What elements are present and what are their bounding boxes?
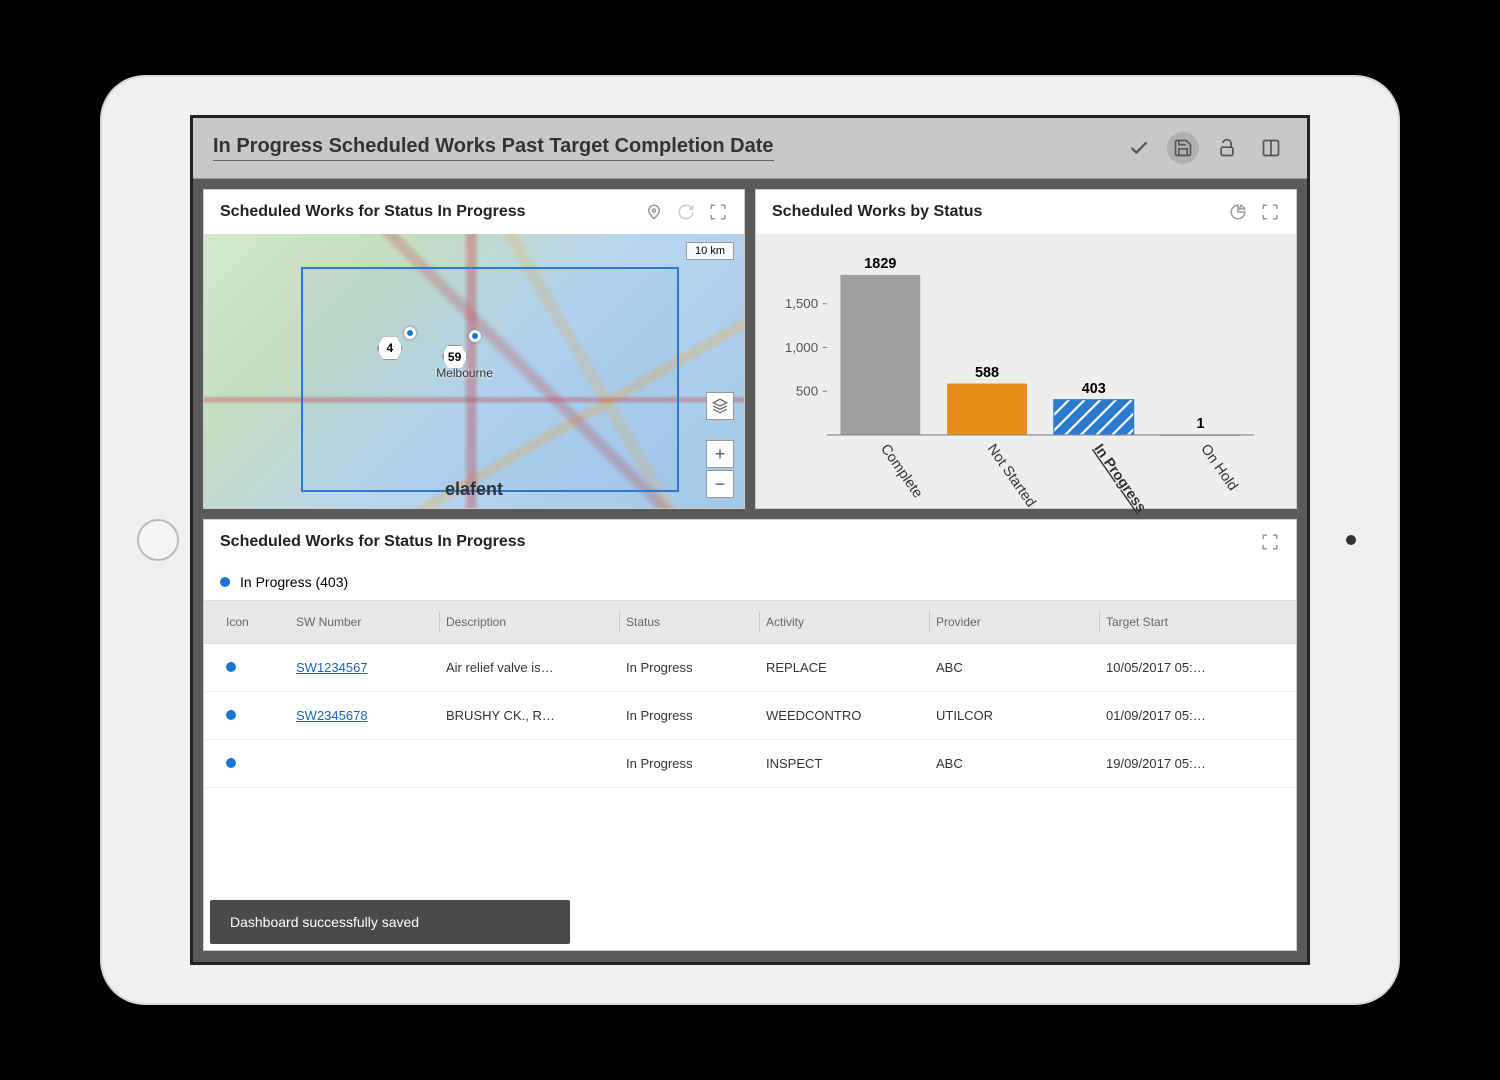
cell-status: In Progress <box>620 658 760 677</box>
table-row[interactable]: SW1234567 Air relief valve is…In Progress… <box>204 644 1296 692</box>
chart-panel: Scheduled Works by Status 500 1,000 1,500 1… <box>755 189 1297 509</box>
zoom-out-button[interactable]: − <box>706 470 734 498</box>
fullscreen-icon[interactable] <box>1260 202 1280 222</box>
map-zoom: + − <box>706 440 734 498</box>
cell-target: 01/09/2017 05:… <box>1100 706 1280 725</box>
chart-svg: 500 1,000 1,500 1829 Complete 588 Not Started 4… <box>766 244 1276 526</box>
svg-text:588: 588 <box>975 365 999 381</box>
table-panel-title: Scheduled Works for Status In Progress <box>220 533 526 551</box>
svg-text:403: 403 <box>1082 381 1106 397</box>
map[interactable]: 10 km 4 59 Melbourne + − elafent <box>204 234 744 508</box>
lock-icon[interactable] <box>1211 132 1243 164</box>
header-actions <box>1123 132 1287 164</box>
table-body: SW1234567Air relief valve is…In Progress… <box>204 644 1296 788</box>
map-point-icon[interactable] <box>469 330 481 342</box>
cell-desc: BRUSHY CK., R… <box>440 706 620 725</box>
table-column-header[interactable]: Target Start <box>1100 611 1280 633</box>
table-panel-header: Scheduled Works for Status In Progress <box>204 520 1296 564</box>
svg-text:1,500: 1,500 <box>785 296 818 311</box>
chart-panel-header: Scheduled Works by Status <box>756 190 1296 234</box>
table-column-header[interactable]: Description <box>440 611 620 633</box>
table-column-header[interactable]: SW Number <box>290 611 440 633</box>
svg-text:500: 500 <box>796 384 818 399</box>
toast: Dashboard successfully saved <box>210 900 570 944</box>
svg-text:1: 1 <box>1196 416 1204 432</box>
toast-message: Dashboard successfully saved <box>230 914 419 930</box>
sw-number-link[interactable]: SW2345678 <box>296 708 368 723</box>
layout-icon[interactable] <box>1255 132 1287 164</box>
table-column-header[interactable]: Provider <box>930 611 1100 633</box>
cell-provider: ABC <box>930 754 1100 773</box>
status-dot-icon <box>220 577 230 587</box>
chart-panel-title: Scheduled Works by Status <box>772 203 982 221</box>
status-label: In Progress (403) <box>240 574 348 590</box>
camera-icon <box>1346 535 1356 545</box>
table-header: IconSW NumberDescriptionStatusActivityPr… <box>204 600 1296 644</box>
row-status-dot-icon <box>226 662 236 672</box>
table-row[interactable]: In ProgressINSPECTABC19/09/2017 05:… <box>204 740 1296 788</box>
svg-text:1829: 1829 <box>864 256 896 272</box>
content: Scheduled Works for Status In Progress 1… <box>193 179 1307 961</box>
header: In Progress Scheduled Works Past Target … <box>193 118 1307 179</box>
cell-activity: WEEDCONTRO <box>760 706 930 725</box>
svg-text:1,000: 1,000 <box>785 340 818 355</box>
table-row[interactable]: SW2345678 BRUSHY CK., R…In ProgressWEEDCO… <box>204 692 1296 740</box>
svg-text:Complete: Complete <box>877 441 925 501</box>
cell-status: In Progress <box>620 754 760 773</box>
map-point-icon[interactable] <box>404 327 416 339</box>
cell-activity: INSPECT <box>760 754 930 773</box>
cell-target: 10/05/2017 05:… <box>1100 658 1280 677</box>
status-filter[interactable]: In Progress (403) <box>204 564 1296 600</box>
svg-text:Not Started: Not Started <box>984 441 1039 510</box>
map-panel-header: Scheduled Works for Status In Progress <box>204 190 744 234</box>
svg-text:In Progress: In Progress <box>1090 441 1149 515</box>
sw-number-link[interactable]: SW1234567 <box>296 660 368 675</box>
page-title: In Progress Scheduled Works Past Target … <box>213 135 774 161</box>
zoom-in-button[interactable]: + <box>706 440 734 468</box>
map-scale: 10 km <box>686 242 734 260</box>
table-column-header[interactable]: Status <box>620 611 760 633</box>
layers-icon[interactable] <box>706 392 734 420</box>
fullscreen-icon[interactable] <box>1260 532 1280 552</box>
row-status-dot-icon <box>226 758 236 768</box>
cell-desc <box>440 762 620 766</box>
map-pin-icon[interactable] <box>644 202 664 222</box>
map-city-label: Melbourne <box>436 366 493 380</box>
row-status-dot-icon <box>226 710 236 720</box>
tablet-frame: In Progress Scheduled Works Past Target … <box>100 75 1400 1005</box>
map-panel: Scheduled Works for Status In Progress 1… <box>203 189 745 509</box>
svg-text:On Hold: On Hold <box>1197 441 1240 493</box>
fullscreen-icon[interactable] <box>708 202 728 222</box>
cell-provider: UTILCOR <box>930 706 1100 725</box>
chart[interactable]: 500 1,000 1,500 1829 Complete 588 Not Started 4… <box>756 234 1296 536</box>
cell-activity: REPLACE <box>760 658 930 677</box>
check-icon[interactable] <box>1123 132 1155 164</box>
cell-provider: ABC <box>930 658 1100 677</box>
table-column-header[interactable]: Activity <box>760 611 930 633</box>
save-icon[interactable] <box>1167 132 1199 164</box>
map-brand: elafent <box>445 479 503 500</box>
refresh-icon[interactable] <box>676 202 696 222</box>
pie-chart-icon[interactable] <box>1228 202 1248 222</box>
home-button[interactable] <box>137 519 179 561</box>
map-panel-title: Scheduled Works for Status In Progress <box>220 203 526 221</box>
cell-target: 19/09/2017 05:… <box>1100 754 1280 773</box>
table-column-header[interactable]: Icon <box>220 611 290 633</box>
cell-desc: Air relief valve is… <box>440 658 620 677</box>
screen: In Progress Scheduled Works Past Target … <box>190 115 1310 965</box>
cell-status: In Progress <box>620 706 760 725</box>
table-panel: Scheduled Works for Status In Progress I… <box>203 519 1297 951</box>
